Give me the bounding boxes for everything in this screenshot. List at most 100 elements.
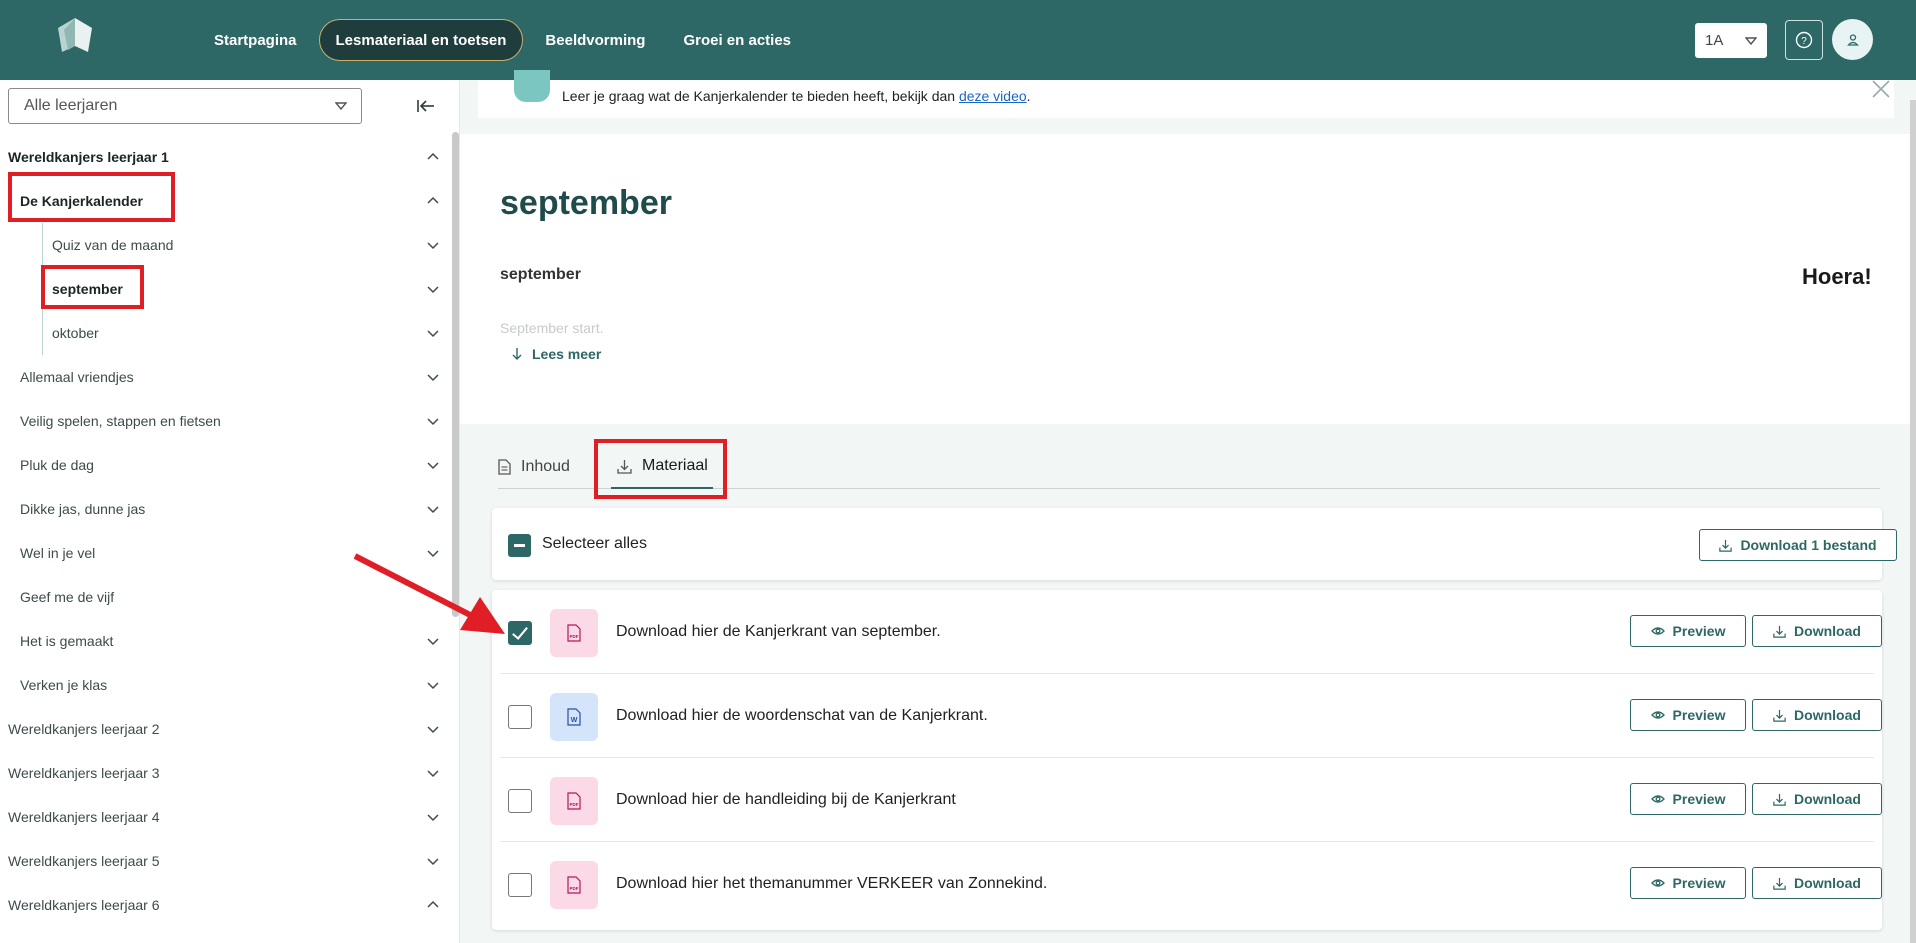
app-logo-icon[interactable]	[52, 16, 98, 56]
svg-text:?: ?	[1801, 36, 1807, 47]
nav-item-2[interactable]: Beeldvorming	[529, 19, 661, 61]
sidebar-scrollbar[interactable]	[452, 132, 459, 617]
chevron-down-icon[interactable]	[426, 854, 440, 868]
download-icon	[1773, 709, 1786, 722]
tree-item[interactable]: Quiz van de maand	[0, 223, 450, 267]
file-name: Download hier de Kanjerkrant van septemb…	[616, 623, 941, 640]
close-icon[interactable]	[1868, 76, 1894, 102]
collapse-left-icon	[417, 100, 434, 112]
chevron-up-icon[interactable]	[426, 194, 440, 208]
tree-item-label: Veilig spelen, stappen en fietsen	[20, 413, 221, 429]
chevron-down-icon[interactable]	[426, 282, 440, 296]
preview-button[interactable]: Preview	[1630, 783, 1746, 815]
download-selected-button[interactable]: Download 1 bestand	[1699, 529, 1897, 561]
page-title: september	[500, 184, 672, 222]
curriculum-tree: Wereldkanjers leerjaar 1 De Kanjerkalende…	[0, 135, 450, 927]
preview-label: Preview	[1672, 791, 1726, 807]
chevron-up-icon[interactable]	[426, 150, 440, 164]
tree-item-label: Verken je klas	[20, 677, 108, 693]
tree-item[interactable]: Wereldkanjers leerjaar 6	[0, 883, 450, 927]
chevron-down-icon[interactable]	[426, 722, 440, 736]
tree-item[interactable]: Dikke jas, dunne jas	[0, 487, 450, 531]
tree-item[interactable]: Wereldkanjers leerjaar 4	[0, 795, 450, 839]
download-label: Download	[1794, 875, 1861, 891]
chevron-down-icon[interactable]	[426, 326, 440, 340]
user-icon	[1846, 33, 1859, 46]
year-select[interactable]: Alle leerjaren	[8, 88, 362, 124]
tree-item[interactable]: Het is gemaakt	[0, 619, 450, 663]
chevron-down-icon	[335, 102, 347, 111]
download-label: Download	[1794, 707, 1861, 723]
tree-item[interactable]: oktober	[0, 311, 450, 355]
tree-item[interactable]: Geef me de vijf	[0, 575, 450, 619]
chevron-down-icon[interactable]	[426, 502, 440, 516]
chevron-down-icon[interactable]	[426, 414, 440, 428]
main-content: Leer je graag wat de Kanjerkalender te b…	[460, 70, 1916, 943]
download-label: Download	[1794, 791, 1861, 807]
tree-item[interactable]: Pluk de dag	[0, 443, 450, 487]
nav-item-0[interactable]: Startpagina	[198, 19, 313, 61]
user-avatar[interactable]	[1832, 19, 1873, 60]
select-all-label: Selecteer alles	[542, 535, 647, 552]
collapse-sidebar-button[interactable]	[412, 92, 440, 120]
tree-item[interactable]: Verken je klas	[0, 663, 450, 707]
chevron-down-icon[interactable]	[426, 678, 440, 692]
download-button[interactable]: Download	[1752, 783, 1882, 815]
tree-item-label: Wereldkanjers leerjaar 3	[8, 765, 160, 781]
highlight-materiaal-tab	[594, 439, 727, 499]
chevron-up-icon[interactable]	[426, 898, 440, 912]
chevron-down-icon[interactable]	[426, 766, 440, 780]
select-all-checkbox[interactable]	[508, 534, 531, 557]
download-button[interactable]: Download	[1752, 615, 1882, 647]
file-name: Download hier de handleiding bij de Kanj…	[616, 791, 956, 808]
file-checkbox[interactable]	[508, 621, 532, 645]
tree-item-label: Het is gemaakt	[20, 633, 114, 649]
download-button[interactable]: Download	[1752, 699, 1882, 731]
preview-button[interactable]: Preview	[1630, 699, 1746, 731]
tree-item[interactable]: Wereldkanjers leerjaar 2	[0, 707, 450, 751]
read-more-label: Lees meer	[532, 346, 602, 362]
question-icon: ?	[1795, 31, 1813, 49]
eye-icon	[1650, 711, 1665, 719]
download-button[interactable]: Download	[1752, 867, 1882, 899]
tree-item[interactable]: Allemaal vriendjes	[0, 355, 450, 399]
banner-text: Leer je graag wat de Kanjerkalender te b…	[562, 88, 1031, 104]
tree-item[interactable]: Wel in je vel	[0, 531, 450, 575]
file-checkbox[interactable]	[508, 705, 532, 729]
eye-icon	[1650, 795, 1665, 803]
main-scrollbar[interactable]	[1910, 100, 1916, 943]
tree-item-label: Quiz van de maand	[52, 237, 174, 253]
preview-label: Preview	[1672, 707, 1726, 723]
eye-icon	[1650, 627, 1665, 635]
eye-icon	[1650, 879, 1665, 887]
class-select[interactable]: 1A	[1695, 23, 1767, 58]
hoera-heading: Hoera!	[1802, 264, 1872, 289]
chevron-down-icon[interactable]	[426, 458, 440, 472]
file-checkbox[interactable]	[508, 873, 532, 897]
file-checkbox[interactable]	[508, 789, 532, 813]
info-banner: Leer je graag wat de Kanjerkalender te b…	[478, 70, 1894, 118]
read-more-button[interactable]: Lees meer	[512, 346, 601, 362]
nav-item-3[interactable]: Groei en acties	[667, 19, 807, 61]
chevron-down-icon[interactable]	[426, 238, 440, 252]
chevron-down-icon[interactable]	[426, 810, 440, 824]
pdf-file-icon: PDF	[550, 777, 598, 825]
download-icon	[1773, 625, 1786, 638]
tree-item-label: Dikke jas, dunne jas	[20, 501, 146, 517]
highlight-de-kanjerkalender	[8, 172, 175, 222]
tree-item[interactable]: Wereldkanjers leerjaar 3	[0, 751, 450, 795]
chevron-down-icon[interactable]	[426, 634, 440, 648]
preview-button[interactable]: Preview	[1630, 615, 1746, 647]
tree-item[interactable]: Wereldkanjers leerjaar 5	[0, 839, 450, 883]
tab-inhoud[interactable]: Inhoud	[498, 445, 582, 489]
help-button[interactable]: ?	[1785, 20, 1823, 60]
lesson-subtitle: september	[500, 266, 581, 283]
main-nav: Startpagina Lesmateriaal en toetsen Beeldv…	[198, 19, 813, 61]
chevron-down-icon[interactable]	[426, 546, 440, 560]
video-link[interactable]: deze video	[959, 88, 1027, 104]
chevron-down-icon[interactable]	[426, 370, 440, 384]
nav-item-1[interactable]: Lesmateriaal en toetsen	[318, 19, 524, 61]
tree-item[interactable]: Veilig spelen, stappen en fietsen	[0, 399, 450, 443]
preview-button[interactable]: Preview	[1630, 867, 1746, 899]
arrow-down-icon	[512, 348, 522, 360]
